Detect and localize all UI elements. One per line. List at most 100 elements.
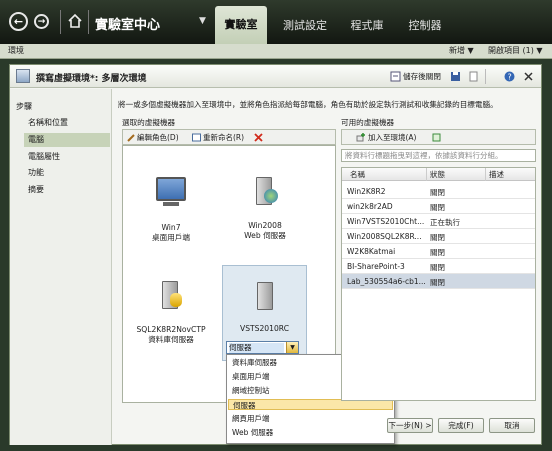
role-dropdown[interactable]: 伺服器 ▼ <box>226 341 299 354</box>
vm-status-cell: 關閉 <box>430 203 445 212</box>
step-description: 將一或多個虛擬機器加入至環境中，並將角色指派給每部電腦，角色有助於設定執行測試和… <box>118 100 498 109</box>
column-header-status[interactable]: 狀態 <box>430 169 445 180</box>
column-header-name[interactable]: 名稱 <box>350 169 365 180</box>
home-icon[interactable] <box>67 13 83 29</box>
back-arrow-icon[interactable]: ← <box>9 12 28 31</box>
vm-status-cell: 關閉 <box>430 233 445 242</box>
rename-button[interactable]: 重新命名(R) <box>203 132 244 143</box>
selected-vms-label: 選取的虛擬機器 <box>122 118 176 127</box>
forward-arrow-icon[interactable]: → <box>34 14 49 29</box>
vm-tile-sql2k8r2novctp[interactable]: SQL2K8R2NovCTP 資料庫伺服器 <box>136 281 206 351</box>
add-to-environment-icon[interactable] <box>356 133 366 142</box>
hub-title[interactable]: 實驗室中心 <box>95 14 160 33</box>
pencil-icon[interactable] <box>127 133 136 142</box>
table-row[interactable]: Win2008SQL2K8R... 關閉 <box>342 229 535 244</box>
available-vms-label: 可用的虛擬機器 <box>341 118 395 127</box>
vm-status-cell: 關閉 <box>430 248 445 257</box>
chevron-down-icon[interactable]: ▼ <box>286 342 298 353</box>
vm-status-cell: 關閉 <box>430 278 445 287</box>
database-server-icon <box>156 281 186 309</box>
vm-name-cell: BI-SharePoint-3 <box>347 262 405 271</box>
step-summary[interactable]: 摘要 <box>24 183 110 197</box>
vm-status-cell: 關閉 <box>430 263 445 272</box>
compose-environment-dialog: 撰寫虛擬環境*: 多層次環境 儲存後關閉 ? 步驟 名稱和位置 電腦 電腦屬性 … <box>9 64 542 445</box>
vm-role: 資料庫伺服器 <box>148 335 194 344</box>
rename-icon[interactable] <box>192 133 201 142</box>
table-row[interactable]: win2k8r2AD 關閉 <box>342 199 535 214</box>
table-row-selected[interactable]: Lab_530554a6-cb1... 關閉 <box>342 274 535 289</box>
table-row[interactable]: Win2K8R2 關閉 <box>342 184 535 199</box>
tab-library[interactable]: 程式庫 <box>342 11 392 44</box>
edit-role-button[interactable]: 編輯角色(D) <box>137 132 179 143</box>
vm-status-cell: 正在執行 <box>430 218 460 227</box>
finish-button[interactable]: 完成(F) <box>438 418 484 433</box>
refresh-icon[interactable] <box>432 133 441 142</box>
vm-name: VSTS2010RC <box>240 324 289 333</box>
vm-name-cell: Win2K8R2 <box>347 187 386 196</box>
table-row[interactable]: BI-SharePoint-3 關閉 <box>342 259 535 274</box>
dialog-title: 撰寫虛擬環境*: 多層次環境 <box>36 74 147 84</box>
web-server-icon <box>250 177 280 205</box>
table-row[interactable]: Win7VSTS2010Cht... 正在執行 <box>342 214 535 229</box>
column-divider <box>485 168 486 181</box>
vm-role: Web 伺服器 <box>244 231 286 240</box>
steps-header: 步驟 <box>16 102 32 111</box>
selected-vms-toolbar: 編輯角色(D) 重新命名(R) <box>122 129 336 145</box>
monitor-stand <box>163 202 179 206</box>
desktop-computer-icon <box>156 177 186 201</box>
tab-lab[interactable]: 實驗室 <box>215 6 267 44</box>
environment-label: 環境 <box>8 46 24 55</box>
table-row[interactable]: W2K8Katmai 關閉 <box>342 244 535 259</box>
vm-name-cell: W2K8Katmai <box>347 247 396 256</box>
vm-role: 桌面用戶端 <box>152 233 190 242</box>
column-header-description[interactable]: 描述 <box>489 169 504 180</box>
vm-name: Win2008 <box>248 221 282 230</box>
vm-tile-win2008[interactable]: Win2008 Web 伺服器 <box>230 177 300 247</box>
role-option[interactable]: Web 伺服器 <box>228 427 393 438</box>
nav-divider <box>60 10 61 34</box>
sub-navigation-bar: 環境 新增 ▼ 開啟項目 (1) ▼ <box>0 44 552 59</box>
vm-status-cell: 關閉 <box>430 188 445 197</box>
column-divider <box>426 168 427 181</box>
vm-name-cell: Lab_530554a6-cb1... <box>347 277 425 286</box>
steps-sidebar: 步驟 名稱和位置 電腦 電腦屬性 功能 摘要 <box>10 89 112 445</box>
vm-name-cell: win2k8r2AD <box>347 202 393 211</box>
group-by-drop-area[interactable]: 將資料行標題拖曳到這裡，依據該資料行分組。 <box>341 149 536 162</box>
svg-text:?: ? <box>508 73 512 82</box>
vm-name-cell: Win2008SQL2K8R... <box>347 232 422 241</box>
environment-icon <box>16 69 30 83</box>
close-icon[interactable] <box>523 71 534 82</box>
dialog-header: 撰寫虛擬環境*: 多層次環境 儲存後關閉 ? <box>10 65 541 88</box>
open-items-menu[interactable]: 開啟項目 (1) ▼ <box>488 45 543 56</box>
tab-test-settings[interactable]: 測試設定 <box>276 11 334 44</box>
nav-divider <box>88 10 89 34</box>
next-button[interactable]: 下一步(N) > <box>387 418 433 433</box>
save-close-icon[interactable] <box>390 71 401 82</box>
list-header: 名稱 狀態 描述 <box>342 168 535 181</box>
vm-name: Win7 <box>161 223 181 232</box>
server-icon <box>256 282 273 310</box>
header-divider <box>485 69 486 84</box>
vm-tile-win7[interactable]: Win7 桌面用戶端 <box>136 177 206 247</box>
available-vms-toolbar: 加入至環境(A) <box>341 129 536 145</box>
step-capabilities[interactable]: 功能 <box>24 166 110 180</box>
role-option[interactable]: 網頁用戶端 <box>228 413 393 424</box>
vm-name-cell: Win7VSTS2010Cht... <box>347 217 425 226</box>
remove-icon[interactable] <box>254 133 263 142</box>
help-icon[interactable]: ? <box>504 71 515 82</box>
new-menu[interactable]: 新增 ▼ <box>449 45 474 56</box>
save-icon[interactable] <box>450 71 461 82</box>
role-dropdown-value: 伺服器 <box>229 343 284 353</box>
cancel-button[interactable]: 取消 <box>489 418 535 433</box>
add-to-environment-button[interactable]: 加入至環境(A) <box>368 132 416 143</box>
step-name-location[interactable]: 名稱和位置 <box>24 116 110 130</box>
tab-controllers[interactable]: 控制器 <box>400 11 450 44</box>
document-icon[interactable] <box>468 71 479 82</box>
step-machine-properties[interactable]: 電腦屬性 <box>24 150 110 164</box>
available-vms-list: 名稱 狀態 描述 Win2K8R2 關閉 win2k8r2AD 關閉 Win7V… <box>341 167 536 401</box>
save-close-button[interactable]: 儲存後關閉 <box>403 71 441 82</box>
top-navigation-bar: ← → 實驗室中心 ▼ 實驗室 測試設定 程式庫 控制器 <box>0 0 552 44</box>
step-machines[interactable]: 電腦 <box>24 133 110 147</box>
hub-dropdown-icon[interactable]: ▼ <box>199 16 206 26</box>
vm-name: SQL2K8R2NovCTP <box>136 325 206 334</box>
